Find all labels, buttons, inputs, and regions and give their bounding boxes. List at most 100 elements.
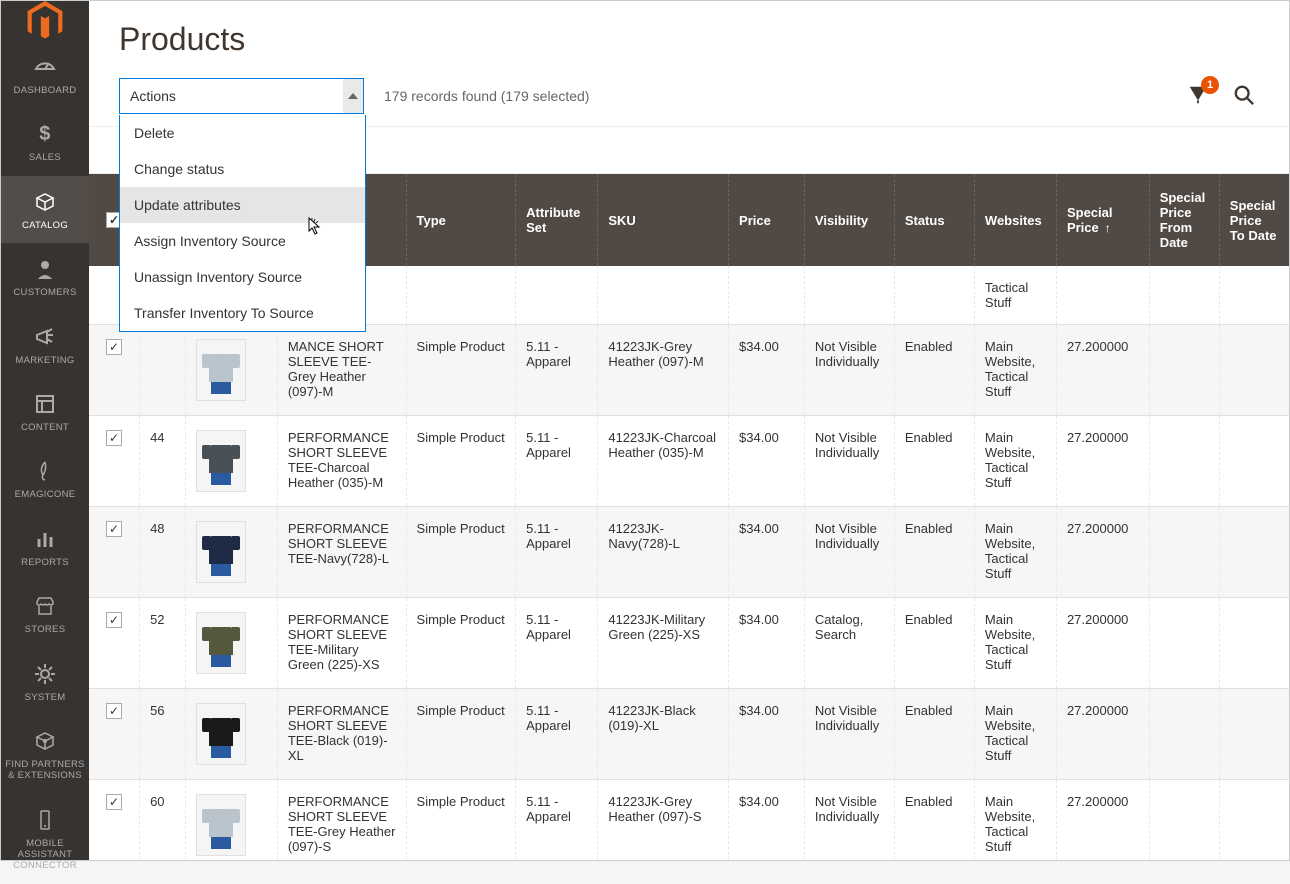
sidebar-item-mobile[interactable]: MOBILE ASSISTANT CONNECTOR [1,794,89,884]
cell-websites: Main Website, Tactical Stuff [974,598,1056,689]
col-header-status[interactable]: Status [894,174,974,266]
header-icons: 1 [1187,84,1259,109]
col-header-price[interactable]: Price [729,174,805,266]
sidebar-item-sales[interactable]: $SALES [1,108,89,175]
product-thumbnail [196,339,246,401]
sidebar-item-content[interactable]: CONTENT [1,378,89,445]
action-delete[interactable]: Delete [120,115,365,151]
action-update-attributes[interactable]: Update attributes [120,187,365,223]
cell-name: PERFORMANCE SHORT SLEEVE TEE-Military Gr… [277,598,406,689]
cell-visibility: Not Visible Individually [804,507,894,598]
cell-type: Simple Product [406,780,516,861]
row-checkbox[interactable] [106,430,122,446]
search-icon [1233,84,1255,106]
app-shell: DASHBOARD$SALES CATALOG CUSTOMERS MARKETING… [0,0,1290,861]
sidebar-item-customers[interactable]: CUSTOMERS [1,243,89,310]
cell-sku: 41223JK-Grey Heather (097)-S [598,780,729,861]
table-row[interactable]: 60 PERFORMANCE SHORT SLEEVE TEE-Grey Hea… [89,780,1289,861]
sidebar-item-partners[interactable]: FIND PARTNERS & EXTENSIONS [1,715,89,794]
cell-name: MANCE SHORT SLEEVE TEE-Grey Heather (097… [277,325,406,416]
cell-sp-from [1149,598,1219,689]
sidebar-item-marketing[interactable]: MARKETING [1,311,89,378]
col-header-sprice[interactable]: Special Price↑ [1056,174,1149,266]
cell-name: PERFORMANCE SHORT SLEEVE TEE-Grey Heathe… [277,780,406,861]
sidebar-item-stores[interactable]: STORES [1,580,89,647]
notif-badge: 1 [1201,76,1219,94]
cell-status: Enabled [894,780,974,861]
sidebar-item-label: EMAGICONE [15,489,76,500]
sidebar-item-dashboard[interactable]: DASHBOARD [1,41,89,108]
product-thumbnail [196,703,246,765]
cell-id: 56 [140,689,186,780]
cell-sp-to [1219,689,1289,780]
table-row[interactable]: MANCE SHORT SLEEVE TEE-Grey Heather (097… [89,325,1289,416]
product-thumbnail [196,521,246,583]
sidebar-item-label: CATALOG [22,220,68,231]
cell-visibility: Not Visible Individually [804,689,894,780]
cell-name: PERFORMANCE SHORT SLEEVE TEE-Black (019)… [277,689,406,780]
cell-sp-from [1149,416,1219,507]
cell-type: Simple Product [406,507,516,598]
search-button[interactable] [1233,84,1255,109]
sidebar-item-system[interactable]: SYSTEM [1,648,89,715]
actions-label: Actions [130,88,343,104]
cell-websites: Main Website, Tactical Stuff [974,689,1056,780]
notifications-button[interactable]: 1 [1187,84,1209,109]
cell-status: Enabled [894,416,974,507]
cell-status: Enabled [894,689,974,780]
actions-dropdown[interactable]: Actions DeleteChange statusUpdate attrib… [119,78,364,114]
sidebar-item-catalog[interactable]: CATALOG [1,176,89,243]
cell-name: PERFORMANCE SHORT SLEEVE TEE-Charcoal He… [277,416,406,507]
action-transfer-inventory[interactable]: Transfer Inventory To Source [120,295,365,331]
cell-sku: 41223JK-Charcoal Heather (035)-M [598,416,729,507]
table-row[interactable]: 48 PERFORMANCE SHORT SLEEVE TEE-Navy(728… [89,507,1289,598]
table-row[interactable]: 44 PERFORMANCE SHORT SLEEVE TEE-Charcoal… [89,416,1289,507]
row-checkbox[interactable] [106,339,122,355]
col-header-sku[interactable]: SKU [598,174,729,266]
cell-status [894,266,974,325]
product-thumbnail [196,794,246,856]
cell-type: Simple Product [406,689,516,780]
cell-websites: Main Website, Tactical Stuff [974,416,1056,507]
cell-websites: Main Website, Tactical Stuff [974,780,1056,861]
cell-price: $34.00 [729,598,805,689]
row-checkbox[interactable] [106,703,122,719]
cell-special-price [1056,266,1149,325]
system-icon [31,660,59,688]
sidebar-item-emagicone[interactable]: EMAGICONE [1,445,89,512]
cell-special-price: 27.200000 [1056,689,1149,780]
cell-visibility: Not Visible Individually [804,416,894,507]
sidebar-item-reports[interactable]: REPORTS [1,513,89,580]
col-header-vis[interactable]: Visibility [804,174,894,266]
action-assign-inventory[interactable]: Assign Inventory Source [120,223,365,259]
action-unassign-inventory[interactable]: Unassign Inventory Source [120,259,365,295]
cell-id: 48 [140,507,186,598]
col-header-spto[interactable]: Special Price To Date [1219,174,1289,266]
row-checkbox[interactable] [106,612,122,628]
cell-sku: 41223JK-Black (019)-XL [598,689,729,780]
catalog-icon [31,188,59,216]
reports-icon [31,525,59,553]
col-header-web[interactable]: Websites [974,174,1056,266]
cell-attribute-set: 5.11 - Apparel [516,325,598,416]
product-thumbnail [196,612,246,674]
col-header-type[interactable]: Type [406,174,516,266]
sidebar-item-label: CUSTOMERS [13,287,76,298]
row-checkbox[interactable] [106,521,122,537]
cell-sp-from [1149,325,1219,416]
cell-special-price: 27.200000 [1056,598,1149,689]
magento-logo[interactable] [1,1,89,41]
sidebar-item-label: MARKETING [15,355,74,366]
partners-icon [31,727,59,755]
table-body: Tactical Stuff MANCE SHORT SLEEVE TEE-Gr… [89,266,1289,860]
caret-up-icon [343,79,363,113]
col-header-aset[interactable]: Attribute Set [516,174,598,266]
table-row[interactable]: 52 PERFORMANCE SHORT SLEEVE TEE-Military… [89,598,1289,689]
cell-attribute-set: 5.11 - Apparel [516,416,598,507]
emagicone-icon [31,457,59,485]
row-checkbox[interactable] [106,794,122,810]
cell-sp-to [1219,507,1289,598]
table-row[interactable]: 56 PERFORMANCE SHORT SLEEVE TEE-Black (0… [89,689,1289,780]
action-change-status[interactable]: Change status [120,151,365,187]
col-header-spfrom[interactable]: Special Price From Date [1149,174,1219,266]
